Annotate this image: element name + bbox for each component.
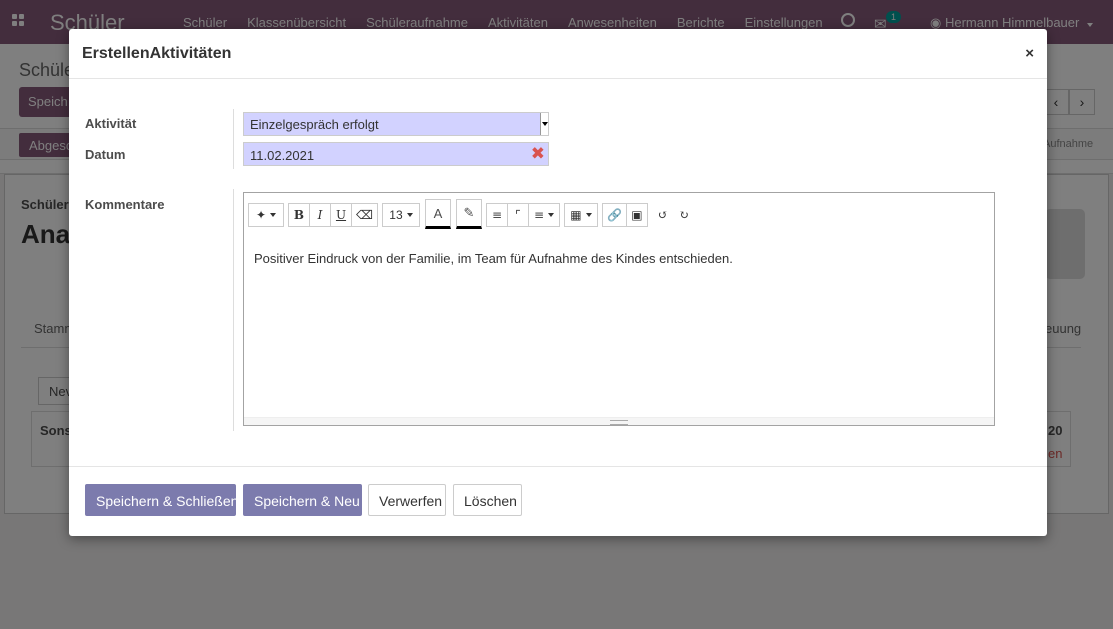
editor-content[interactable]: Positiver Eindruck von der Familie, im T… [254,251,733,266]
save-new-button[interactable]: Speichern & Neu [243,484,362,516]
style-magic-icon[interactable]: ✦ [248,203,284,227]
font-size-value: 13 [389,208,403,222]
date-field[interactable]: 11.02.2021 ✖ [243,142,549,166]
highlight-color-icon[interactable]: ✎ [455,199,482,229]
modal-title: ErstellenAktivitäten [82,45,232,62]
modal-footer: Speichern & Schließen Speichern & Neu Ve… [69,466,1047,536]
clear-date-icon[interactable]: ✖ [531,144,545,164]
save-close-button[interactable]: Speichern & Schließen [85,484,238,516]
editor-toolbar: ✦ B I U ⌫ 13 A ✎ ≡ ⌜ ≡ ▦ 🔗 ▣ ↺ ↻ [248,199,700,231]
table-icon[interactable]: ▦ [563,203,598,227]
activity-select-value: Einzelgespräch erfolgt [250,117,379,132]
close-icon[interactable]: × [1025,45,1034,62]
create-activity-dialog: ErstellenAktivitäten × Aktivität Datum E… [69,29,1047,536]
comments-editor[interactable]: ✦ B I U ⌫ 13 A ✎ ≡ ⌜ ≡ ▦ 🔗 ▣ ↺ ↻ Positiv… [243,192,995,426]
numbered-list-icon[interactable]: ⌜ [506,203,529,227]
field-separator-comments [233,189,234,431]
date-value: 11.02.2021 [250,148,315,163]
delete-button[interactable]: Löschen [453,484,522,516]
eraser-icon[interactable]: ⌫ [351,203,378,227]
resize-handle[interactable] [244,417,994,425]
modal-header: ErstellenAktivitäten × [69,29,1047,79]
bold-icon[interactable]: B [288,203,310,227]
underline-icon[interactable]: U [330,203,352,227]
discard-button[interactable]: Verwerfen [368,484,446,516]
activity-select[interactable]: Einzelgespräch erfolgt [243,112,549,136]
dropdown-arrow-icon[interactable] [540,113,548,135]
comments-label: Kommentare [85,197,165,212]
activity-label: Aktivität [85,116,137,131]
field-separator [233,109,234,169]
font-size-select[interactable]: 13 [381,203,420,227]
text-color-icon[interactable]: A [424,199,451,229]
bullet-list-icon[interactable]: ≡ [485,203,508,227]
italic-icon[interactable]: I [309,203,331,227]
link-icon[interactable]: 🔗 [601,203,627,227]
redo-icon[interactable]: ↻ [672,203,695,227]
date-label: Datum [85,147,126,162]
image-icon[interactable]: ▣ [625,203,648,227]
undo-icon[interactable]: ↺ [651,203,674,227]
align-icon[interactable]: ≡ [527,203,560,227]
